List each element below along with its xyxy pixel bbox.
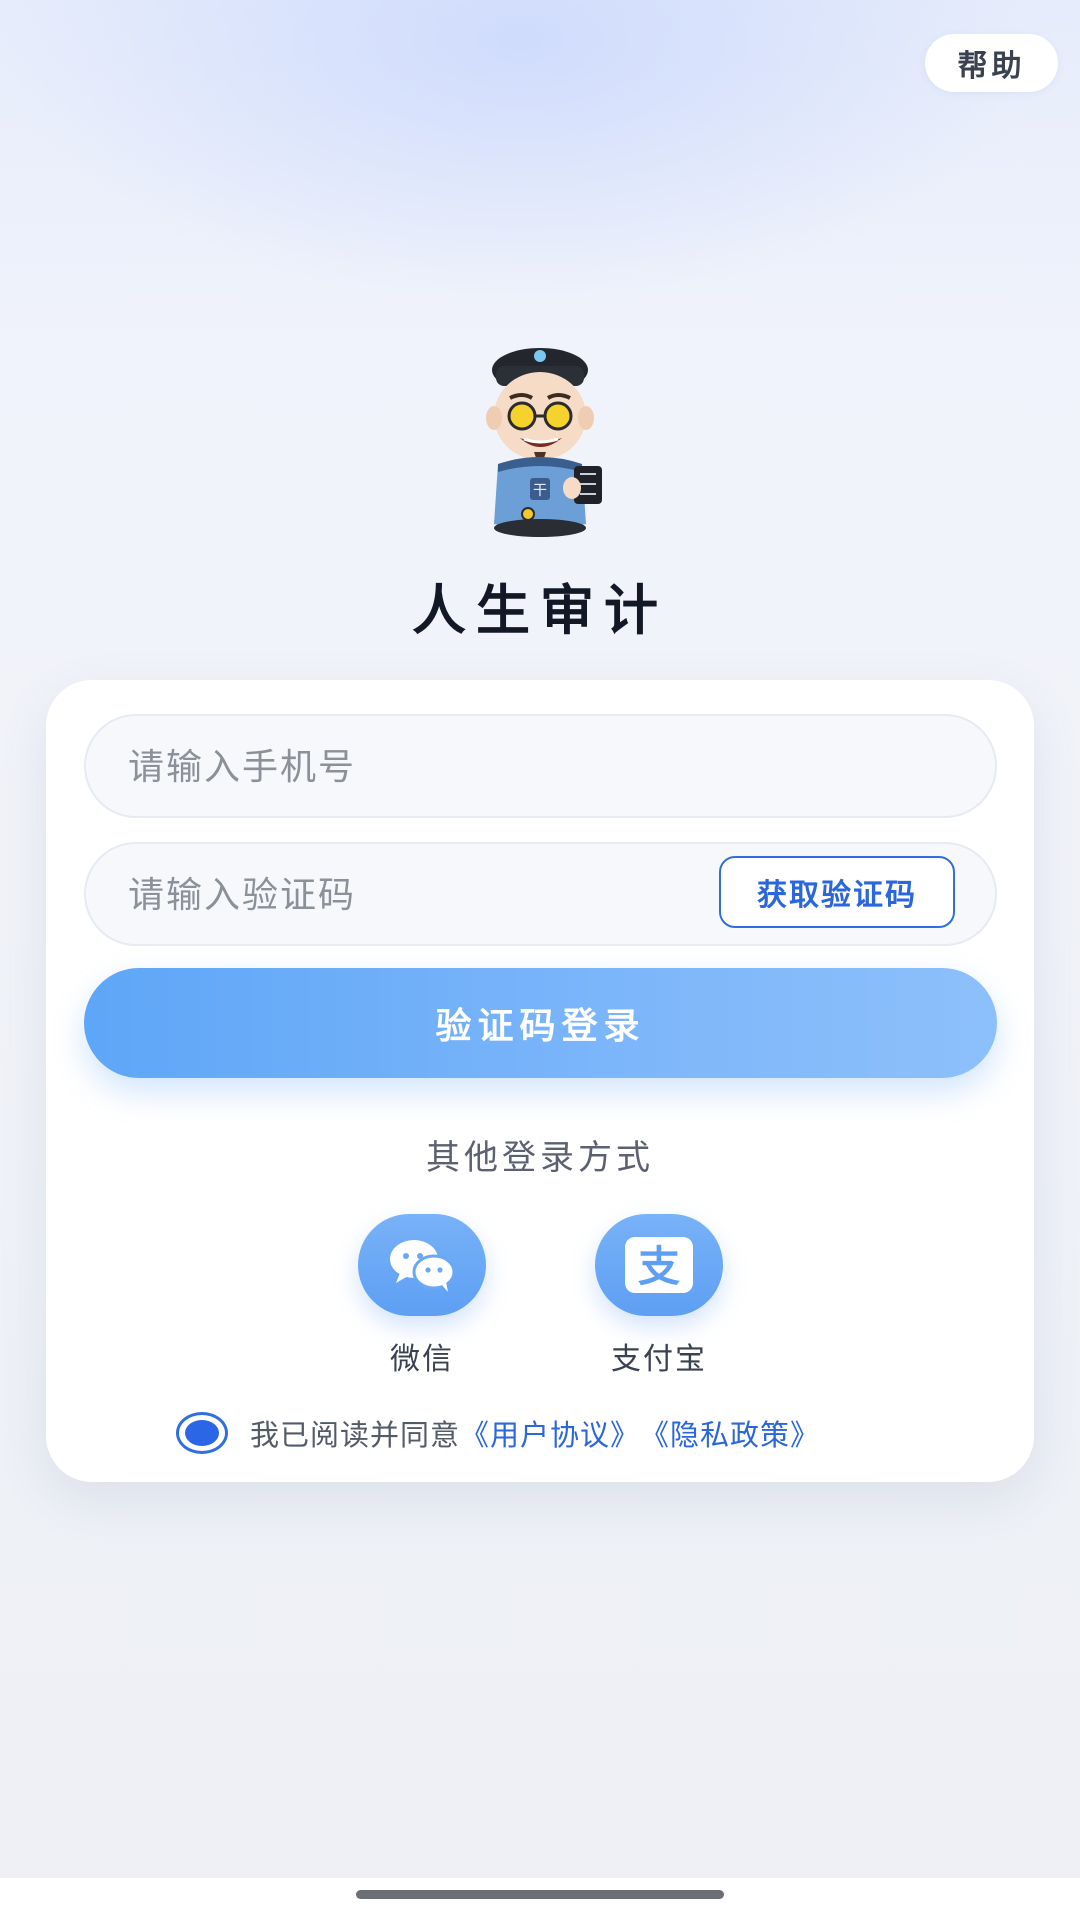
agreement-radio[interactable] [176, 1412, 228, 1454]
wechat-icon [390, 1240, 456, 1292]
user-agreement-link[interactable]: 《用户协议》 [460, 1412, 640, 1454]
wechat-label: 微信 [390, 1342, 454, 1377]
verification-code-input[interactable] [126, 844, 690, 946]
svg-text:干: 干 [533, 483, 547, 499]
svg-text:支: 支 [638, 1242, 680, 1291]
alipay-icon: 支 [625, 1237, 693, 1293]
agreement-row: 我已阅读并同意 《用户协议》 《隐私政策》 [176, 1408, 820, 1458]
bottom-safe-area [0, 1878, 1080, 1920]
get-code-button[interactable]: 获取验证码 [719, 856, 955, 928]
alipay-label: 支付宝 [611, 1342, 707, 1377]
alipay-icon-button[interactable]: 支 [595, 1214, 723, 1316]
phone-input[interactable] [126, 716, 690, 818]
wechat-login-option[interactable]: 微信 [352, 1214, 492, 1378]
alipay-login-option[interactable]: 支 支付宝 [589, 1214, 729, 1378]
auditor-mascot-icon: 干 [470, 338, 620, 538]
code-field[interactable]: 获取验证码 [84, 842, 997, 946]
help-button[interactable]: 帮助 [925, 34, 1058, 92]
privacy-policy-link[interactable]: 《隐私政策》 [640, 1412, 820, 1454]
home-indicator[interactable] [356, 1890, 724, 1899]
code-login-button[interactable]: 验证码登录 [84, 968, 997, 1078]
wechat-icon-button[interactable] [358, 1214, 486, 1316]
other-login-title: 其他登录方式 [426, 1138, 654, 1178]
phone-field[interactable] [84, 714, 997, 818]
agreement-text: 我已阅读并同意 [250, 1418, 461, 1452]
app-title: 人生审计 [412, 579, 668, 642]
radio-checked-dot [185, 1420, 219, 1446]
